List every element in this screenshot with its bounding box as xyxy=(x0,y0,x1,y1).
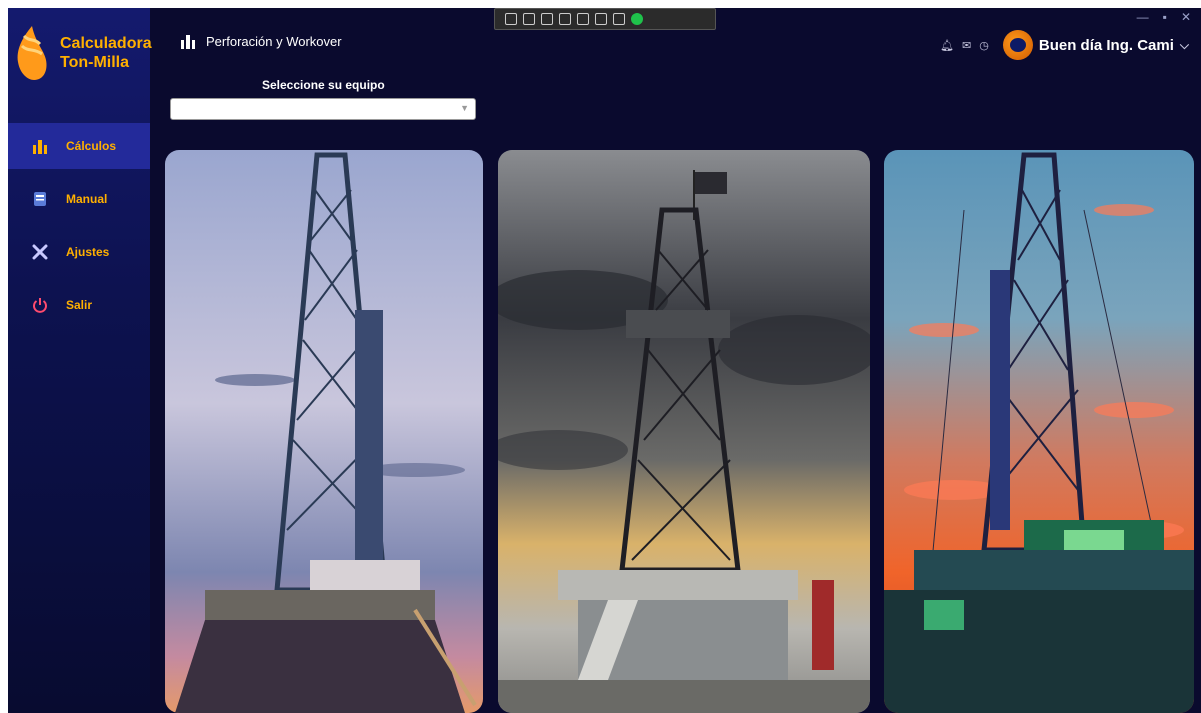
drilling-rig-photo-flag xyxy=(498,150,870,713)
sidebar: Calculadora Ton-Milla Cálculos Manual Aj… xyxy=(8,8,152,713)
sidebar-item-manual[interactable]: Manual xyxy=(8,176,150,222)
app-logo: Calculadora Ton-Milla xyxy=(14,22,152,92)
section-title: Perforación y Workover xyxy=(180,33,342,49)
tools-icon xyxy=(30,242,50,262)
sidebar-item-calculos[interactable]: Cálculos xyxy=(8,123,150,169)
user-greeting[interactable]: 🔔︎ ✉︎ ◷ Buen día Ing. Cami ⌵ xyxy=(940,30,1189,60)
app-title: Calculadora Ton-Milla xyxy=(60,34,152,72)
book-icon xyxy=(30,189,50,209)
toolbar-button[interactable] xyxy=(505,13,517,25)
chevron-down-icon[interactable]: ⌵ xyxy=(1180,38,1189,53)
sidebar-item-label: Ajustes xyxy=(66,245,110,259)
equipment-select[interactable]: ▼ xyxy=(170,98,476,120)
sidebar-item-label: Manual xyxy=(66,192,108,206)
sidebar-item-ajustes[interactable]: Ajustes xyxy=(8,229,150,275)
toolbar-button[interactable] xyxy=(577,13,589,25)
flame-drop-icon xyxy=(17,26,47,80)
minimize-icon[interactable]: — xyxy=(1137,10,1149,24)
drilling-rig-photo-dusk xyxy=(165,150,483,713)
clock-icon[interactable]: ◷ xyxy=(979,39,989,52)
toolbar-button[interactable] xyxy=(559,13,571,25)
power-icon xyxy=(30,295,50,315)
mail-icon[interactable]: ✉︎ xyxy=(962,39,971,52)
drill-rig-icon xyxy=(30,136,50,156)
window-controls: — ▪ ✕ xyxy=(1137,10,1191,24)
toolbar-button[interactable] xyxy=(523,13,535,25)
sidebar-item-salir[interactable]: Salir xyxy=(8,282,150,328)
toolbar-button[interactable] xyxy=(541,13,553,25)
app-window: Calculadora Ton-Milla Cálculos Manual Aj… xyxy=(8,8,1201,713)
chevron-down-icon: ▼ xyxy=(460,103,469,113)
sidebar-item-label: Salir xyxy=(66,298,93,312)
drilling-rig-photo-sunset xyxy=(884,150,1194,713)
toolbar-button[interactable] xyxy=(613,13,625,25)
section-title-text: Perforación y Workover xyxy=(206,33,342,49)
maximize-icon[interactable]: ▪ xyxy=(1163,10,1167,24)
toolbar-button[interactable] xyxy=(595,13,607,25)
app-title-line1: Calculadora xyxy=(60,35,152,52)
check-icon[interactable] xyxy=(631,13,643,25)
avatar[interactable] xyxy=(1002,30,1033,60)
app-title-line2: Ton-Milla xyxy=(60,54,130,71)
close-icon[interactable]: ✕ xyxy=(1181,10,1191,24)
bell-icon[interactable]: 🔔︎ xyxy=(940,39,954,52)
capture-toolbar xyxy=(494,8,716,30)
drill-rig-icon xyxy=(181,35,195,49)
sidebar-item-label: Cálculos xyxy=(66,139,117,153)
greeting-text: Buen día Ing. Cami xyxy=(1038,36,1174,54)
equipment-label: Seleccione su equipo xyxy=(262,78,385,92)
